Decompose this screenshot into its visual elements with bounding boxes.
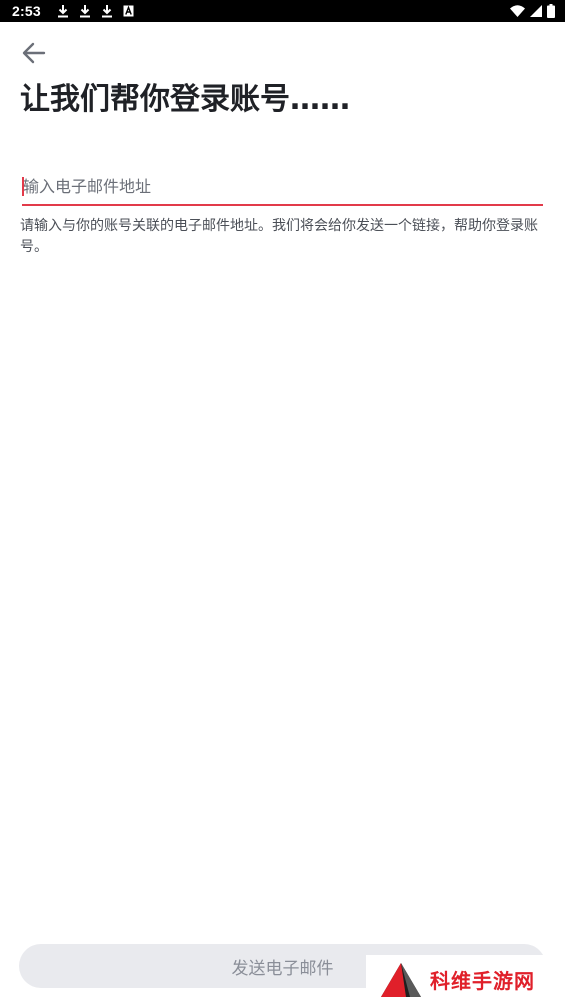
notification-icons	[57, 4, 134, 18]
arrow-left-icon	[22, 42, 46, 64]
download-icon	[79, 5, 90, 18]
email-field[interactable]	[22, 168, 543, 204]
send-email-button-label: 发送电子邮件	[231, 958, 334, 979]
triangle-logo-icon	[381, 962, 421, 997]
screen: 2:53 让我们帮你登录账号…… 输入电子邮件地址 请输入与你的账号关联的电子邮…	[0, 0, 565, 1004]
helper-text: 请输入与你的账号关联的电子邮件地址。我们将会给你发送一个链接，帮助你登录账号。	[20, 218, 538, 255]
a-badge-icon	[123, 5, 134, 17]
signal-icon	[530, 5, 542, 17]
back-button[interactable]	[20, 39, 48, 67]
wifi-icon	[510, 5, 525, 17]
email-field-container	[22, 168, 543, 206]
page-title: 让我们帮你登录账号……	[20, 82, 350, 117]
watermark-text: 科维手游网	[430, 969, 535, 993]
system-icons	[510, 4, 555, 18]
status-bar: 2:53	[0, 0, 565, 22]
download-icon	[57, 5, 68, 18]
watermark: 科维手游网	[366, 955, 565, 1004]
download-icon	[101, 5, 112, 18]
status-time: 2:53	[12, 3, 41, 19]
text-caret	[22, 177, 24, 196]
battery-icon	[547, 4, 555, 18]
